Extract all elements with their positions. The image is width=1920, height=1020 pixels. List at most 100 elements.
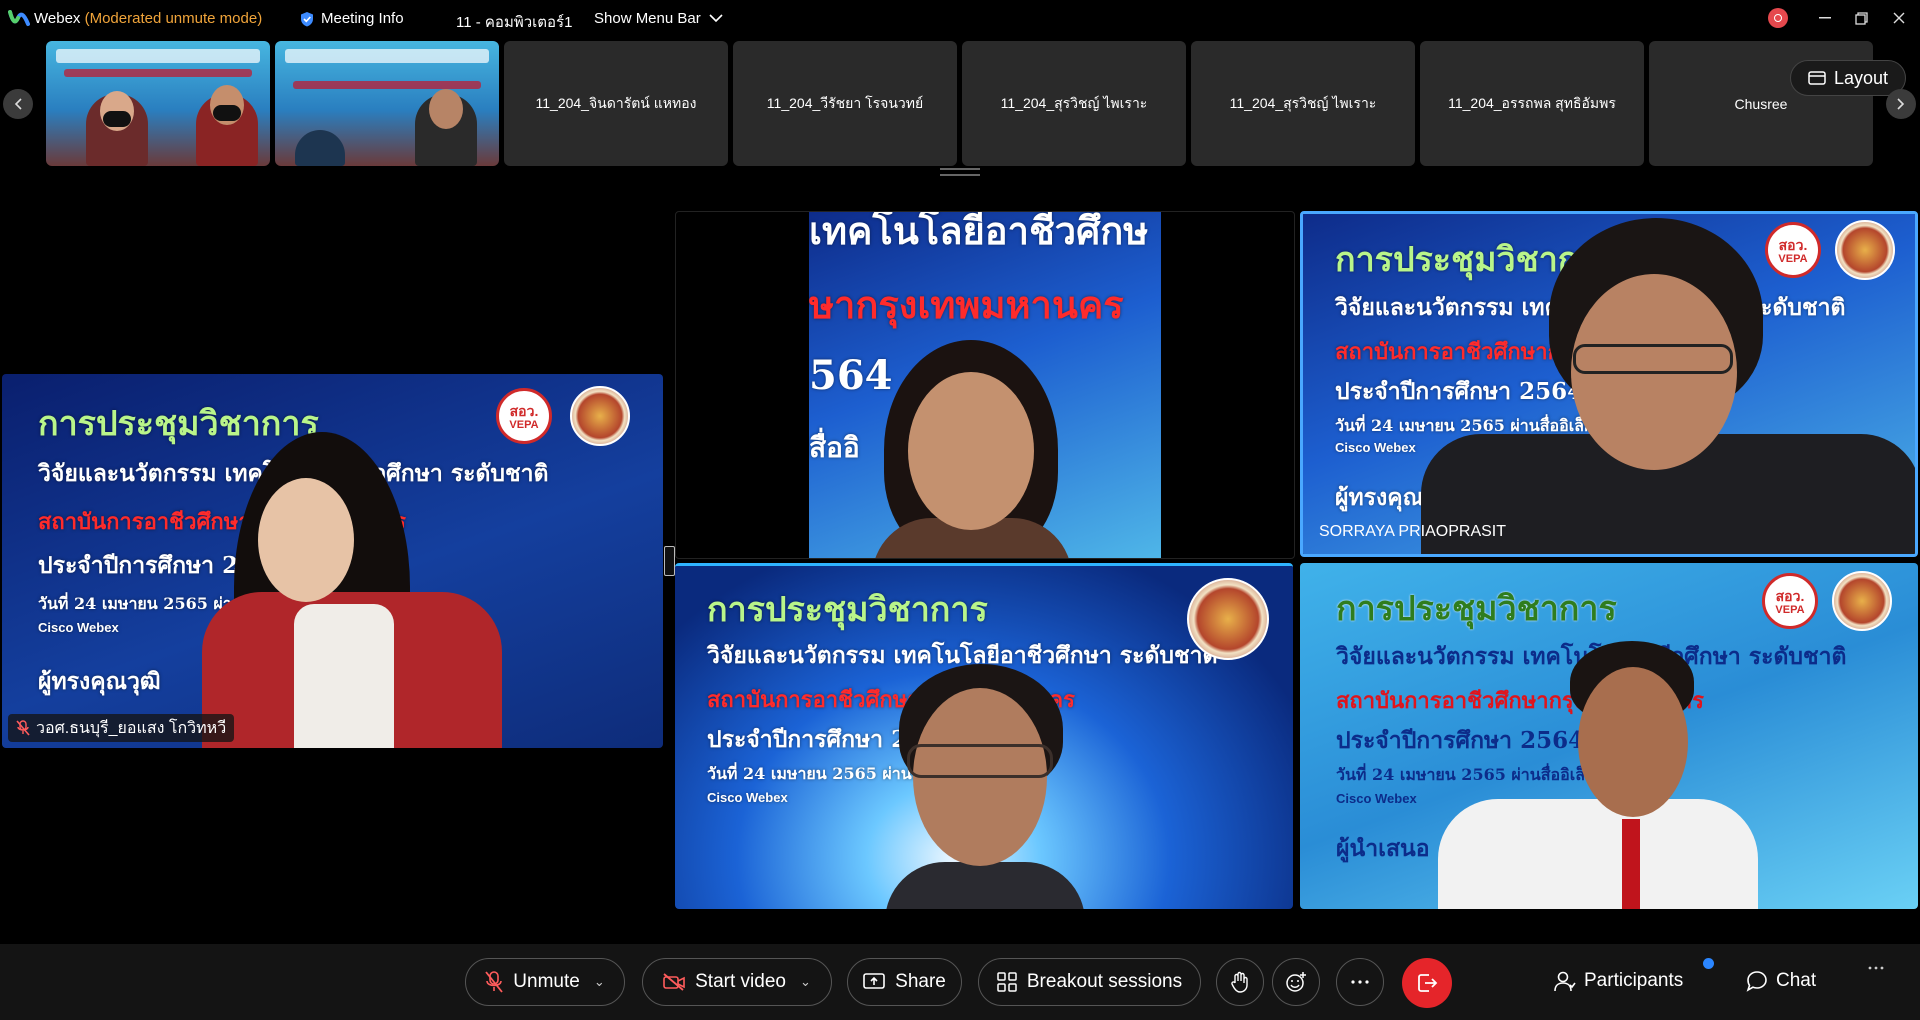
- slide-fragment: สื่ออิ: [809, 431, 860, 464]
- thumb-face-mask: [213, 105, 241, 121]
- microphone-muted-icon: [16, 720, 30, 736]
- filmstrip-participant-tile[interactable]: 11_204_วีรัชยา โรจนวทย์: [733, 41, 957, 166]
- tie: [1622, 819, 1640, 909]
- share-screen-icon: [863, 973, 885, 991]
- chat-button[interactable]: Chat: [1746, 970, 1816, 992]
- video-off-icon: [663, 973, 685, 991]
- recording-indicator-icon[interactable]: [1768, 8, 1788, 28]
- raise-hand-button[interactable]: [1216, 958, 1264, 1006]
- participants-label: Participants: [1584, 970, 1684, 991]
- chevron-down-icon[interactable]: ⌄: [594, 974, 605, 990]
- breakout-grid-icon: [997, 972, 1017, 992]
- show-menu-bar-label: Show Menu Bar: [594, 10, 701, 27]
- slide-year: ประจำปีการศึกษา 2564: [1336, 727, 1585, 754]
- layout-icon: [1808, 71, 1826, 85]
- video-tile-center-top[interactable]: เทคโนโลยีอาชีวศึกษ ษากรุงเทพมหานคร 564 ส…: [675, 211, 1295, 559]
- slide-platform: Cisco Webex: [38, 620, 119, 635]
- control-bar-more-icon[interactable]: [1868, 966, 1884, 970]
- video-tile-right-bottom[interactable]: การประชุมวิชาการ วิจัยและนวัตกรรม เทคโนโ…: [1300, 563, 1918, 909]
- face: [1578, 667, 1688, 817]
- start-video-label: Start video: [695, 971, 786, 992]
- start-video-button[interactable]: Start video ⌄: [642, 958, 832, 1006]
- more-horizontal-icon: [1351, 980, 1369, 984]
- face: [908, 372, 1034, 530]
- show-menu-bar-button[interactable]: Show Menu Bar: [594, 10, 723, 27]
- slide-fragment: 564: [809, 352, 893, 399]
- slide-platform: Cisco Webex: [1335, 440, 1416, 455]
- restore-icon[interactable]: [1846, 4, 1876, 32]
- reactions-button[interactable]: [1272, 958, 1320, 1006]
- chevron-down-icon[interactable]: ⌄: [800, 974, 811, 990]
- minimize-icon[interactable]: [1810, 4, 1840, 32]
- layout-button[interactable]: Layout: [1790, 60, 1906, 96]
- participant-name-tag: วอศ.ธนบุรี_ยอแสง โกวิทหวี: [8, 714, 235, 742]
- unmute-label: Unmute: [513, 971, 580, 992]
- meeting-info-button[interactable]: Meeting Info: [300, 10, 404, 27]
- filmstrip-participant-tile[interactable]: 11_204_จินดารัตน์ แหทอง: [504, 41, 728, 166]
- slide-year: ประจำปีการศึกษา 2564: [1335, 378, 1584, 405]
- thumb-person-head: [429, 89, 463, 129]
- participants-icon: [1554, 970, 1576, 992]
- chat-label: Chat: [1776, 970, 1817, 991]
- meeting-control-bar: Unmute ⌄ Start video ⌄ Share Breakout se…: [0, 944, 1920, 1020]
- slide-fragment: เทคโนโลยีอาชีวศึกษ: [809, 211, 1149, 253]
- participant-name: 11_204_จินดารัตน์ แหทอง: [535, 94, 697, 111]
- share-button[interactable]: Share: [847, 958, 962, 1006]
- microphone-muted-icon: [485, 971, 503, 993]
- emoji-reaction-icon: [1285, 971, 1307, 993]
- video-tile-center-bottom[interactable]: การประชุมวิชาการ วิจัยและนวัตกรรม เทคโนโ…: [675, 563, 1293, 909]
- leave-meeting-button[interactable]: [1402, 958, 1452, 1008]
- filmstrip-prev-arrow-icon[interactable]: [3, 89, 33, 119]
- chevron-down-icon: [709, 14, 723, 23]
- app-title: Webex (Moderated unmute mode): [34, 10, 262, 27]
- layout-label: Layout: [1833, 67, 1889, 88]
- vepa-logo: สอว. VEPA: [496, 388, 552, 444]
- thumb-slide-banner: [56, 49, 260, 63]
- filmstrip-participant-tile[interactable]: 11_204_อรรถพล สุทธิอัมพร: [1420, 41, 1644, 166]
- face: [258, 478, 354, 602]
- institution-seal-icon: [1187, 578, 1269, 660]
- thumb-slide-banner: [293, 81, 481, 89]
- participant-name: SORRAYA PRIAOPRASIT: [1319, 523, 1507, 540]
- participant-name: 11_204_วีรัชยา โรจนวทย์: [766, 94, 924, 111]
- shield-icon: [300, 11, 314, 27]
- chat-bubble-icon: [1746, 970, 1768, 992]
- filmstrip-resize-handle[interactable]: [940, 168, 980, 176]
- more-options-button[interactable]: [1336, 958, 1384, 1006]
- slide-platform: Cisco Webex: [707, 790, 788, 805]
- slide-heading: การประชุมวิชาการ: [1336, 589, 1617, 629]
- close-icon[interactable]: [1884, 4, 1914, 32]
- glasses: [907, 744, 1053, 778]
- participant-name: 11_204_อรรถพล สุทธิอัมพร: [1448, 94, 1616, 111]
- notification-dot: [1703, 958, 1714, 969]
- participant-name: วอศ.ธนบุรี_ยอแสง โกวิทหวี: [36, 719, 227, 737]
- slide-platform: Cisco Webex: [1336, 791, 1417, 806]
- participant-name-tag: SORRAYA PRIAOPRASIT: [1311, 518, 1514, 546]
- vepa-logo: สอว. VEPA: [1765, 222, 1821, 278]
- slide-role: ผู้นำเสนอ: [1336, 835, 1430, 862]
- participant-name: 11_204_สุรวิชญ์ ไพเราะ: [1000, 94, 1148, 111]
- video-tile-right-top[interactable]: การประชุมวิชาการ วิจัยและนวัตกรรม เทคโนโ…: [1300, 211, 1918, 557]
- filmstrip-video-tile-1[interactable]: [46, 41, 270, 166]
- thumb-slide-banner: [285, 49, 489, 63]
- leave-meeting-icon: [1416, 972, 1438, 994]
- video-tile-left[interactable]: การประชุมวิชาการ วิจัยและนวัตกรรม เทคโนโ…: [2, 374, 663, 748]
- thumb-face-mask: [103, 111, 131, 127]
- app-name: Webex: [34, 10, 81, 27]
- shirt: [294, 604, 394, 748]
- institution-seal-icon: [1835, 220, 1895, 280]
- glasses: [1573, 344, 1733, 374]
- thumb-person: [295, 130, 345, 166]
- filmstrip-next-arrow-icon[interactable]: [1886, 89, 1916, 119]
- stage-resize-handle[interactable]: [664, 546, 675, 576]
- filmstrip-video-tile-2[interactable]: [275, 41, 499, 166]
- breakout-sessions-label: Breakout sessions: [1026, 971, 1183, 992]
- breakout-sessions-button[interactable]: Breakout sessions: [978, 958, 1201, 1006]
- filmstrip-participant-tile[interactable]: 11_204_สุรวิชญ์ ไพเราะ: [962, 41, 1186, 166]
- slide-role: ผู้ทรงคุณวุฒิ: [38, 668, 161, 695]
- unmute-mode-label: (Moderated unmute mode): [84, 10, 263, 27]
- unmute-button[interactable]: Unmute ⌄: [465, 958, 625, 1006]
- filmstrip-participant-tile[interactable]: 11_204_สุรวิชญ์ ไพเราะ: [1191, 41, 1415, 166]
- participants-button[interactable]: Participants: [1554, 970, 1683, 992]
- participant-name: 11_204_สุรวิชญ์ ไพเราะ: [1229, 94, 1377, 111]
